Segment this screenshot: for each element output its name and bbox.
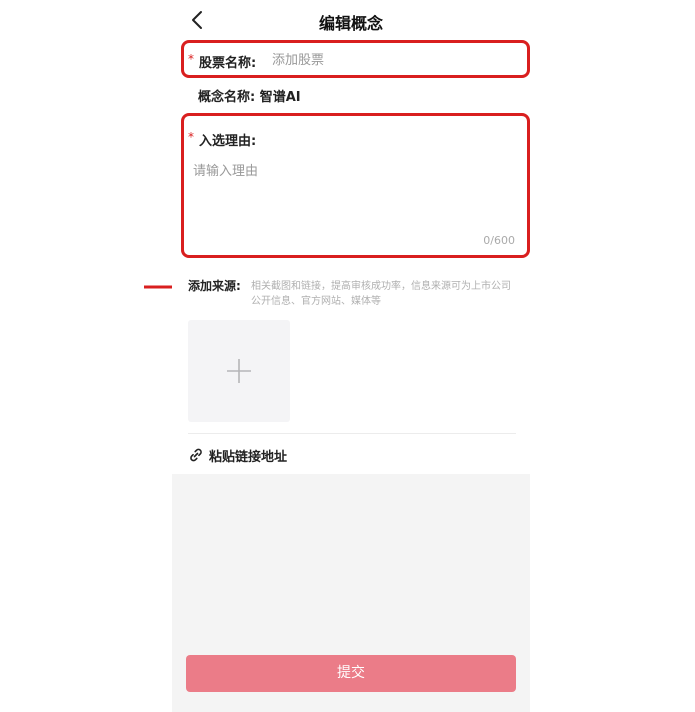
add-source-label: 添加来源: <box>188 279 241 293</box>
upload-image-button[interactable] <box>188 320 290 422</box>
reason-label: 入选理由: <box>199 134 257 149</box>
concept-name-label: 概念名称: <box>198 90 256 105</box>
stock-name-input[interactable] <box>272 50 512 70</box>
page-title: 编辑概念 <box>318 14 383 33</box>
required-mark: * <box>188 130 194 144</box>
stock-name-field: * 股票名称: <box>181 40 530 78</box>
header: 编辑概念 <box>172 0 530 40</box>
reason-textarea[interactable] <box>193 160 518 230</box>
paste-link-button[interactable]: 粘贴链接地址 <box>188 445 287 465</box>
edit-concept-screen: 编辑概念 * 股票名称: 概念名称: 智谱AI * 入选理由: 0/600 添加… <box>172 0 530 712</box>
char-count: 0/600 <box>483 234 515 247</box>
stock-name-label: 股票名称: <box>199 56 257 71</box>
link-icon <box>190 448 202 462</box>
required-mark: * <box>188 52 194 66</box>
add-source-hint: 相关截图和链接，提高审核成功率，信息来源可为上市公司公开信息、官方网站、媒体等 <box>251 281 511 307</box>
reason-field: * 入选理由: 0/600 <box>181 113 530 258</box>
plus-icon <box>227 359 251 383</box>
divider <box>188 433 516 434</box>
concept-name-value: 智谱AI <box>259 90 301 105</box>
concept-name-row: 概念名称: 智谱AI <box>198 86 301 106</box>
paste-link-label: 粘贴链接地址 <box>209 449 288 465</box>
submit-button[interactable]: 提交 <box>186 655 516 692</box>
